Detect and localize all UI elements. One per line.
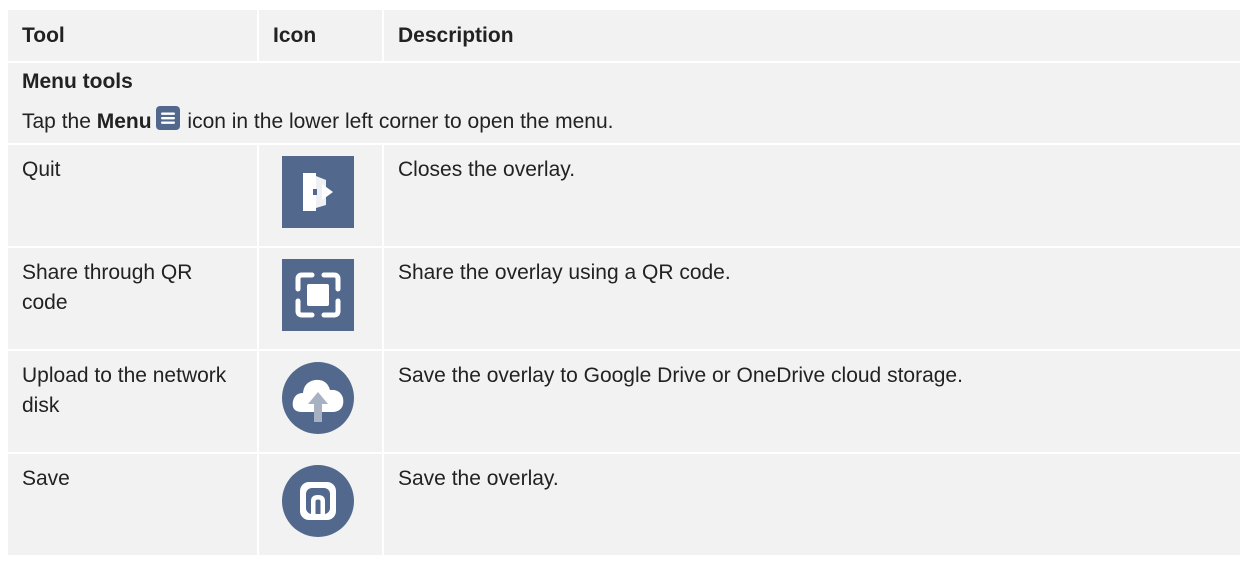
tool-name: Upload to the network disk	[8, 350, 258, 454]
header-icon: Icon	[257, 10, 383, 63]
tools-table: Tool Icon Description Menu tools Tap the…	[8, 10, 1240, 557]
tool-description: Share the overlay using a QR code.	[382, 247, 1240, 351]
tool-description: Closes the overlay.	[382, 144, 1240, 248]
section-heading-row: Menu tools	[8, 61, 1240, 100]
document: Tool Icon Description Menu tools Tap the…	[0, 0, 1248, 581]
header-tool: Tool	[8, 10, 258, 63]
section-note-bold: Menu	[96, 110, 152, 133]
tool-name: Save	[8, 453, 258, 557]
tool-description: Save the overlay to Google Drive or OneD…	[382, 350, 1240, 454]
section-note-suffix: icon in the lower left corner to open th…	[181, 110, 614, 133]
section-note-prefix: Tap the	[22, 110, 97, 133]
tool-name: Share through QR code	[8, 247, 258, 351]
table-header-row: Tool Icon Description	[8, 10, 1240, 63]
table-row: Quit Closes the overlay.	[8, 144, 1240, 248]
qr-scan-icon	[282, 259, 354, 331]
menu-icon	[155, 106, 180, 130]
table-row: Upload to the network disk Save the over…	[8, 350, 1240, 454]
save-icon	[282, 465, 354, 537]
icon-cell	[257, 247, 383, 351]
tool-name: Quit	[8, 144, 258, 248]
icon-cell	[257, 144, 383, 248]
table-row: Share through QR code Share the overlay …	[8, 247, 1240, 351]
section-note: Tap the Menu icon in the lower left corn…	[8, 100, 1240, 145]
table-row: Save Save the overlay.	[8, 453, 1240, 557]
section-note-row: Tap the Menu icon in the lower left corn…	[8, 100, 1240, 145]
header-description: Description	[382, 10, 1240, 63]
icon-cell	[257, 350, 383, 454]
icon-cell	[257, 453, 383, 557]
section-title: Menu tools	[8, 61, 1240, 100]
tool-description: Save the overlay.	[382, 453, 1240, 557]
exit-door-icon	[282, 156, 354, 228]
cloud-upload-icon	[282, 362, 354, 434]
